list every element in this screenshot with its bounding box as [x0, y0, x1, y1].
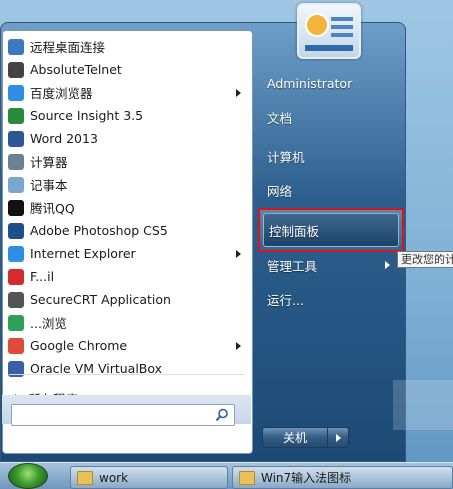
menu-item-control-panel[interactable]: 控制面板	[258, 208, 404, 252]
program-label: 腾讯QQ	[30, 201, 75, 216]
qq-icon	[8, 199, 24, 216]
folder-icon	[77, 470, 93, 485]
program-label: 远程桌面连接	[30, 40, 106, 55]
program-item[interactable]: ...浏览	[3, 311, 252, 334]
securecrt-icon	[8, 291, 24, 308]
menu-item-label: Administrator	[267, 75, 353, 91]
search-icon[interactable]	[215, 408, 229, 422]
baidu-browser-icon	[8, 84, 24, 101]
notepad-icon	[8, 176, 24, 193]
program-label: SecureCRT Application	[30, 292, 171, 307]
menu-item-label: 管理工具	[267, 258, 318, 274]
menu-item-label: 文档	[267, 110, 293, 126]
program-item[interactable]: Source Insight 3.5	[3, 104, 252, 127]
telnet-icon	[8, 61, 24, 78]
remote-desktop-icon	[8, 38, 24, 55]
start-button[interactable]	[8, 463, 48, 489]
menu-item-documents[interactable]: 文档	[262, 104, 398, 130]
program-item[interactable]: Word 2013	[3, 127, 252, 150]
program-item[interactable]: 远程桌面连接	[3, 35, 252, 58]
program-item[interactable]: Adobe Photoshop CS5	[3, 219, 252, 242]
programs-pane: 远程桌面连接 AbsoluteTelnet 百度浏览器 Source Insight …	[2, 30, 253, 454]
chevron-right-icon	[236, 250, 241, 258]
program-label: F...il	[30, 269, 55, 284]
user-tile-icon	[305, 13, 353, 51]
taskbar-button-label: Win7输入法图标	[261, 471, 352, 485]
tooltip: 更改您的计	[397, 251, 453, 268]
calculator-icon	[8, 153, 24, 170]
user-picture[interactable]	[297, 3, 361, 59]
program-label: 百度浏览器	[30, 86, 93, 101]
program-item[interactable]: Google Chrome	[3, 334, 252, 357]
shutdown-options-button[interactable]	[328, 427, 349, 448]
menu-item-label: 控制面板	[269, 223, 320, 239]
chrome-icon	[8, 337, 24, 354]
chevron-right-icon	[385, 261, 390, 269]
program-label: Adobe Photoshop CS5	[30, 223, 168, 238]
chevron-right-icon	[236, 89, 241, 97]
program-item[interactable]: 腾讯QQ	[3, 196, 252, 219]
program-label: 记事本	[30, 178, 68, 193]
photoshop-icon	[8, 222, 24, 239]
menu-item-admin-tools[interactable]: 管理工具	[262, 252, 398, 278]
program-item[interactable]: 百度浏览器	[3, 81, 252, 104]
menu-item-computer[interactable]: 计算机	[262, 143, 398, 169]
program-label: Word 2013	[30, 131, 98, 146]
word-icon	[8, 130, 24, 147]
program-label: Source Insight 3.5	[30, 108, 144, 123]
menu-item-label: 计算机	[267, 149, 305, 165]
taskbar-button-work[interactable]: work	[70, 466, 228, 489]
program-label: ...浏览	[30, 316, 67, 331]
source-insight-icon	[8, 107, 24, 124]
menu-item-label: 网络	[267, 183, 293, 199]
browser-icon	[8, 314, 24, 331]
app-icon	[8, 268, 24, 285]
taskbar-button-label: work	[99, 470, 129, 485]
watermark	[393, 380, 453, 430]
search-input[interactable]	[11, 404, 235, 426]
program-item[interactable]: SecureCRT Application	[3, 288, 252, 311]
program-item[interactable]: AbsoluteTelnet	[3, 58, 252, 81]
program-label: Internet Explorer	[30, 246, 136, 261]
menu-item-label: 运行...	[267, 292, 304, 308]
divider	[9, 374, 245, 375]
shutdown-button[interactable]: 关机	[262, 427, 328, 448]
program-item[interactable]: F...il	[3, 265, 252, 288]
chevron-right-icon	[236, 342, 241, 350]
program-item[interactable]: 计算器	[3, 150, 252, 173]
taskbar-button-ime[interactable]: Win7输入法图标	[232, 466, 453, 489]
program-item[interactable]: Oracle VM VirtualBox	[3, 357, 252, 380]
program-item[interactable]: Internet Explorer	[3, 242, 252, 265]
program-item[interactable]: 记事本	[3, 173, 252, 196]
program-label: 计算器	[30, 155, 68, 170]
menu-item-user-folder[interactable]: Administrator	[262, 70, 398, 96]
program-label: Google Chrome	[30, 338, 128, 353]
chevron-right-icon	[336, 434, 341, 442]
program-label: AbsoluteTelnet	[30, 62, 122, 77]
menu-item-network[interactable]: 网络	[262, 177, 398, 203]
ie-icon	[8, 245, 24, 262]
menu-item-run[interactable]: 运行...	[262, 286, 398, 312]
folder-icon	[239, 470, 255, 485]
